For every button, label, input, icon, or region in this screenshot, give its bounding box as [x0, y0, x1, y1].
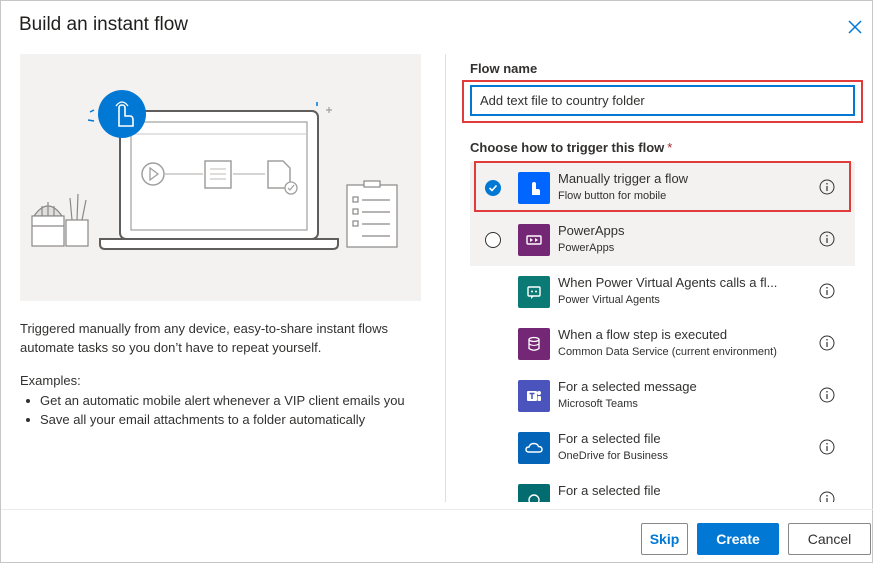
- info-icon[interactable]: [819, 439, 835, 455]
- examples-list: Get an automatic mobile alert whenever a…: [20, 391, 420, 429]
- trigger-option-powerapps[interactable]: PowerApps PowerApps: [470, 214, 855, 266]
- trigger-name: PowerApps: [558, 223, 625, 238]
- build-instant-flow-dialog: Build an instant flow Triggered manually…: [0, 0, 873, 563]
- trigger-connector: Microsoft Teams: [558, 398, 638, 410]
- trigger-label: Choose how to trigger this flow *: [470, 140, 672, 155]
- trigger-option-sharepoint-file[interactable]: For a selected file: [470, 474, 855, 502]
- trigger-name: When a flow step is executed: [558, 327, 728, 342]
- powerapps-icon: [518, 224, 550, 256]
- flow-description: Triggered manually from any device, easy…: [20, 321, 389, 355]
- example-item: Save all your email attachments to a fol…: [20, 410, 420, 429]
- info-icon[interactable]: [819, 335, 835, 351]
- sharepoint-icon: [518, 484, 550, 502]
- info-icon[interactable]: [819, 387, 835, 403]
- trigger-label-text: Choose how to trigger this flow: [470, 140, 665, 155]
- trigger-connector: PowerApps: [558, 242, 615, 254]
- trigger-option-manual[interactable]: Manually trigger a flow Flow button for …: [470, 162, 855, 214]
- trigger-name: When Power Virtual Agents calls a fl...: [558, 275, 778, 290]
- trigger-name: For a selected file: [558, 483, 661, 498]
- trigger-name: For a selected message: [558, 379, 697, 394]
- trigger-connector: Power Virtual Agents: [558, 294, 660, 306]
- info-icon[interactable]: [819, 231, 835, 247]
- hand-tap-badge-icon: [87, 90, 146, 138]
- trigger-name: For a selected file: [558, 431, 661, 446]
- info-icon[interactable]: [819, 179, 835, 195]
- clipboard-icon: [346, 180, 398, 248]
- close-icon[interactable]: [844, 16, 866, 38]
- cancel-button[interactable]: Cancel: [788, 523, 871, 555]
- radio-checked[interactable]: [485, 180, 501, 196]
- trigger-option-onedrive-file[interactable]: For a selected file OneDrive for Busines…: [470, 422, 855, 474]
- trigger-option-pva[interactable]: When Power Virtual Agents calls a fl... …: [470, 266, 855, 318]
- column-divider: [445, 54, 446, 502]
- hand-tap-icon: [518, 172, 550, 204]
- example-item: Get an automatic mobile alert whenever a…: [20, 391, 420, 410]
- trigger-option-flow-step[interactable]: When a flow step is executed Common Data…: [470, 318, 855, 370]
- instant-flow-illustration: [20, 54, 421, 301]
- required-mark: *: [667, 140, 673, 155]
- trigger-option-teams-message[interactable]: For a selected message Microsoft Teams: [470, 370, 855, 422]
- info-icon[interactable]: [819, 283, 835, 299]
- footer-divider: [1, 509, 873, 510]
- flow-name-label: Flow name: [470, 61, 538, 76]
- cactus-icon: [31, 202, 65, 247]
- trigger-connector: Flow button for mobile: [558, 190, 667, 202]
- flow-name-input[interactable]: [470, 85, 855, 116]
- skip-button[interactable]: Skip: [641, 523, 688, 555]
- radio-unchecked[interactable]: [485, 232, 501, 248]
- trigger-name: Manually trigger a flow: [558, 171, 689, 186]
- teams-icon: [518, 380, 550, 412]
- cloud-icon: [518, 432, 550, 464]
- info-icon[interactable]: [819, 491, 835, 502]
- dialog-title: Build an instant flow: [19, 14, 188, 35]
- trigger-connector: Common Data Service (current environment…: [558, 346, 777, 358]
- database-icon: [518, 328, 550, 360]
- examples-heading: Examples:: [20, 373, 81, 388]
- trigger-list: Manually trigger a flow Flow button for …: [470, 162, 855, 502]
- create-button[interactable]: Create: [697, 523, 779, 555]
- power-virtual-agents-icon: [518, 276, 550, 308]
- pencil-cup-icon: [65, 193, 89, 247]
- trigger-connector: OneDrive for Business: [558, 450, 669, 462]
